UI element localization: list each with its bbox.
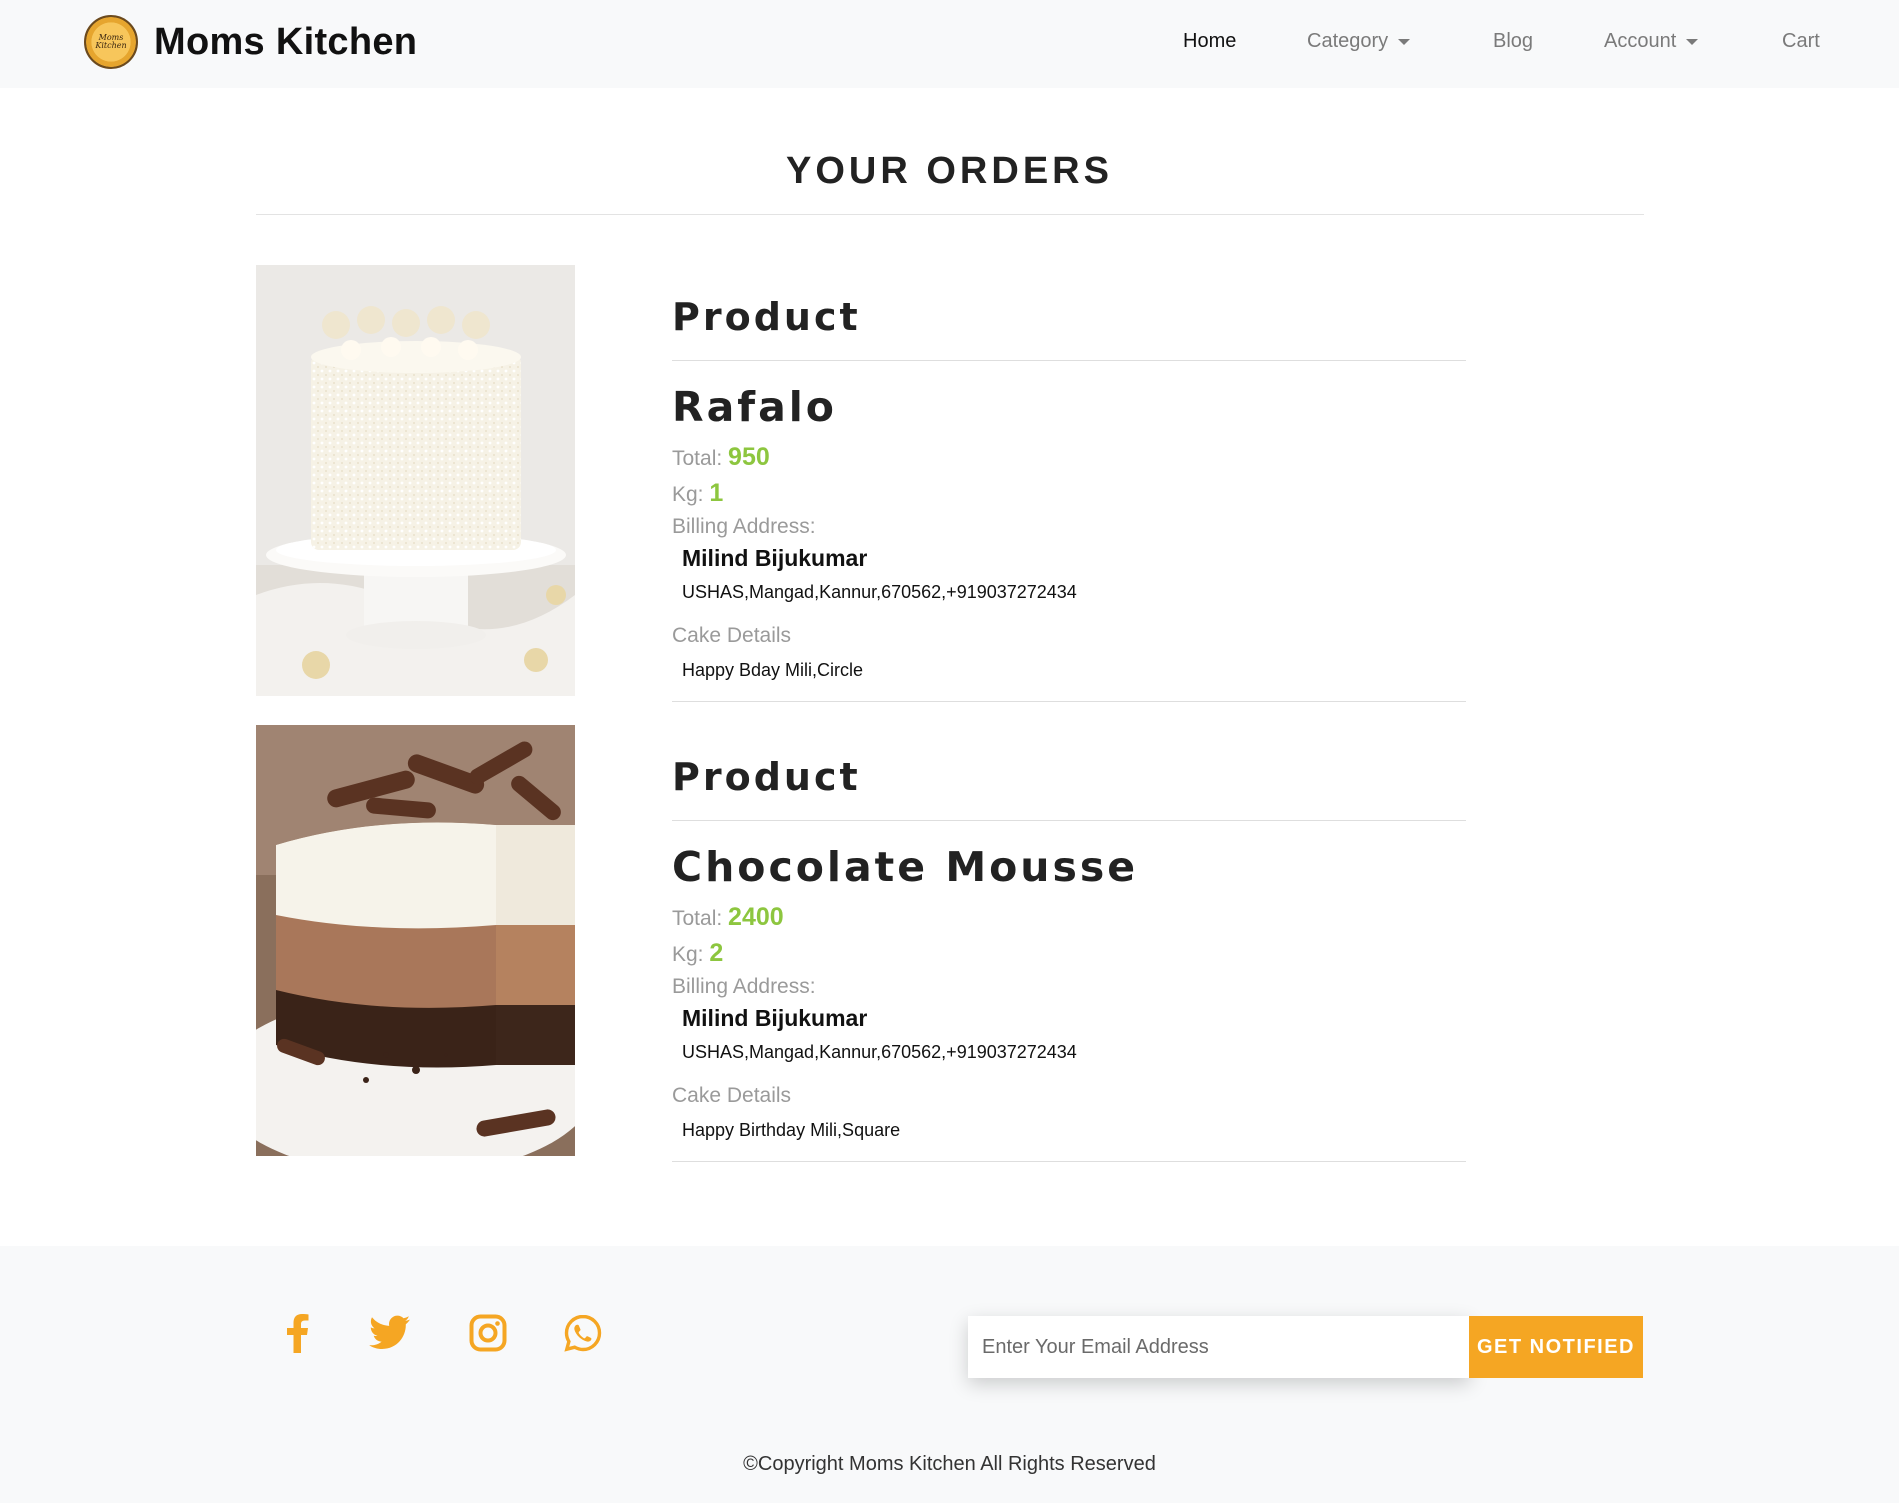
divider bbox=[672, 701, 1466, 702]
order-card: Product Rafalo Total: 950 Kg: 1 Billing … bbox=[672, 265, 1466, 703]
whatsapp-icon[interactable] bbox=[558, 1308, 608, 1358]
billing-name: Milind Bijukumar bbox=[682, 545, 868, 571]
kg-line: Kg: 2 bbox=[672, 939, 723, 968]
nav-blog-label: Blog bbox=[1493, 30, 1534, 52]
nav-category-dropdown[interactable]: Category bbox=[1307, 30, 1411, 53]
email-input[interactable] bbox=[968, 1316, 1470, 1378]
brand-logo: Moms Kitchen bbox=[84, 15, 138, 69]
divider bbox=[672, 360, 1466, 361]
kg-line: Kg: 1 bbox=[672, 479, 723, 508]
kg-label: Kg: bbox=[672, 943, 704, 966]
title-divider bbox=[256, 214, 1644, 215]
nav-home[interactable]: Home bbox=[1183, 30, 1236, 53]
chevron-down-icon bbox=[1686, 38, 1699, 45]
total-line: Total: 950 bbox=[672, 443, 770, 472]
nav-account-label: Account bbox=[1604, 30, 1677, 52]
nav-blog[interactable]: Blog bbox=[1493, 30, 1533, 53]
facebook-icon[interactable] bbox=[272, 1308, 322, 1358]
total-value: 2400 bbox=[728, 903, 784, 931]
get-notified-button[interactable]: GET NOTIFIED bbox=[1469, 1316, 1643, 1378]
cake-details-label: Cake Details bbox=[672, 1084, 792, 1107]
divider bbox=[672, 820, 1466, 821]
nav-cart[interactable]: Cart bbox=[1782, 30, 1820, 53]
logo-text: Moms Kitchen bbox=[95, 33, 127, 50]
order-image-chocolate-mousse bbox=[256, 725, 575, 1156]
nav-home-label: Home bbox=[1183, 30, 1237, 52]
nav-account-dropdown[interactable]: Account bbox=[1604, 30, 1699, 53]
product-name: Rafalo bbox=[672, 383, 837, 431]
nav-category-label: Category bbox=[1307, 30, 1389, 52]
total-value: 950 bbox=[728, 443, 770, 471]
product-heading: Product bbox=[672, 295, 861, 339]
billing-label: Billing Address: bbox=[672, 975, 816, 998]
kg-value: 1 bbox=[709, 479, 724, 507]
navbar: Moms Kitchen Moms Kitchen Home Category … bbox=[0, 0, 1899, 88]
cake-details-text: Happy Bday Mili,Circle bbox=[682, 660, 864, 680]
total-label: Total: bbox=[672, 447, 723, 470]
billing-address: USHAS,Mangad,Kannur,670562,+919037272434 bbox=[682, 582, 1077, 602]
billing-address: USHAS,Mangad,Kannur,670562,+919037272434 bbox=[682, 1042, 1077, 1062]
brand-link[interactable]: Moms Kitchen Moms Kitchen bbox=[84, 14, 417, 70]
instagram-icon[interactable] bbox=[463, 1308, 513, 1358]
copyright-text: ©Copyright Moms Kitchen All Rights Reser… bbox=[743, 1453, 1156, 1475]
order-card: Product Chocolate Mousse Total: 2400 Kg:… bbox=[672, 725, 1466, 1163]
total-label: Total: bbox=[672, 907, 723, 930]
page-title: YOUR ORDERS bbox=[786, 150, 1113, 192]
divider bbox=[672, 1161, 1466, 1162]
billing-name: Milind Bijukumar bbox=[682, 1005, 868, 1031]
cake-details-text: Happy Birthday Mili,Square bbox=[682, 1120, 901, 1140]
brand-name: Moms Kitchen bbox=[154, 20, 418, 63]
product-heading: Product bbox=[672, 755, 861, 799]
cake-details-label: Cake Details bbox=[672, 624, 792, 647]
kg-label: Kg: bbox=[672, 483, 704, 506]
order-image-rafalo bbox=[256, 265, 575, 696]
nav-cart-label: Cart bbox=[1782, 30, 1820, 52]
product-name: Chocolate Mousse bbox=[672, 843, 1139, 891]
chevron-down-icon bbox=[1398, 38, 1411, 45]
kg-value: 2 bbox=[709, 939, 724, 967]
billing-label: Billing Address: bbox=[672, 515, 816, 538]
total-line: Total: 2400 bbox=[672, 903, 784, 932]
twitter-icon[interactable] bbox=[365, 1308, 415, 1358]
